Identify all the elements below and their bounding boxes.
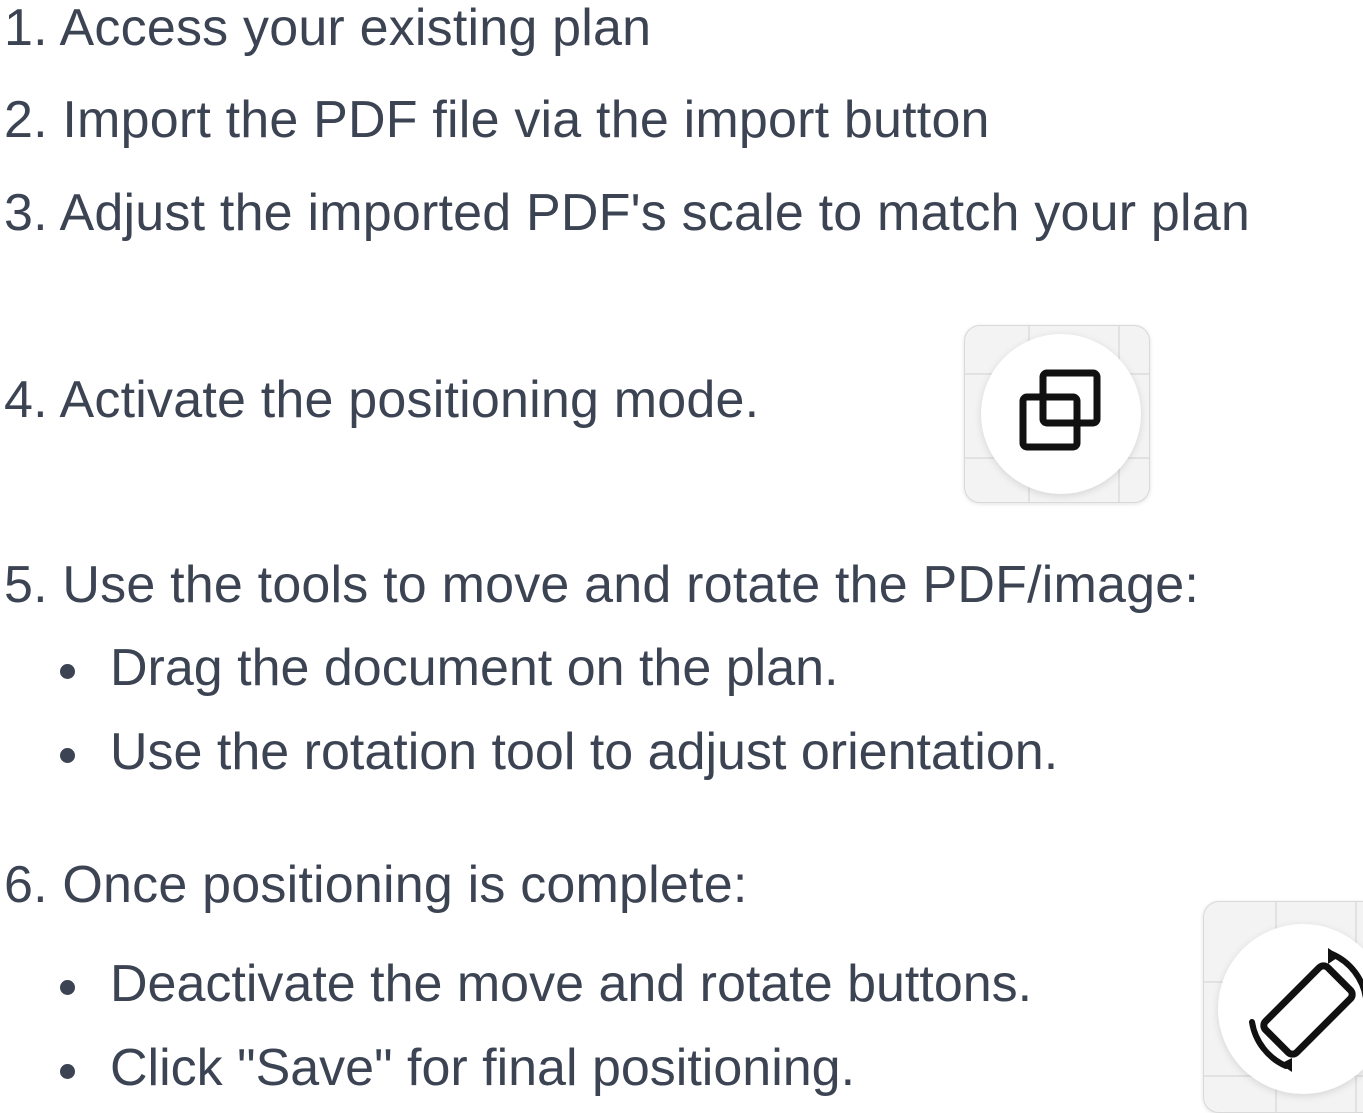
list-item: Use the rotation tool to adjust orientat… (60, 722, 1260, 782)
list-item: Deactivate the move and rotate buttons. (60, 954, 1160, 1014)
step-6: 6. Once positioning is complete: (4, 856, 748, 914)
bullet-text: Use the rotation tool to adjust orientat… (110, 723, 1059, 781)
positioning-mode-icon (1019, 369, 1101, 451)
bullet-text: Drag the document on the plan. (110, 639, 839, 697)
bullet-text: Click "Save" for final positioning. (110, 1039, 856, 1097)
rotate-card[interactable] (1203, 901, 1363, 1113)
step-1: 1. Access your existing plan (4, 0, 652, 57)
step-2: 2. Import the PDF file via the import bu… (4, 91, 990, 149)
rotate-icon (1249, 948, 1363, 1072)
positioning-mode-card[interactable] (964, 325, 1150, 503)
bullet-dot (60, 1064, 75, 1079)
list-item: Drag the document on the plan. (60, 638, 1160, 698)
bullet-text: Deactivate the move and rotate buttons. (110, 955, 1033, 1013)
bullet-dot (60, 748, 75, 763)
list-item: Click "Save" for final positioning. (60, 1038, 1160, 1098)
step-5: 5. Use the tools to move and rotate the … (4, 556, 1200, 614)
step-4: 4. Activate the positioning mode. (4, 371, 760, 429)
bullet-dot (60, 664, 75, 679)
step-3: 3. Adjust the imported PDF's scale to ma… (4, 184, 1251, 242)
bullet-dot (60, 980, 75, 995)
